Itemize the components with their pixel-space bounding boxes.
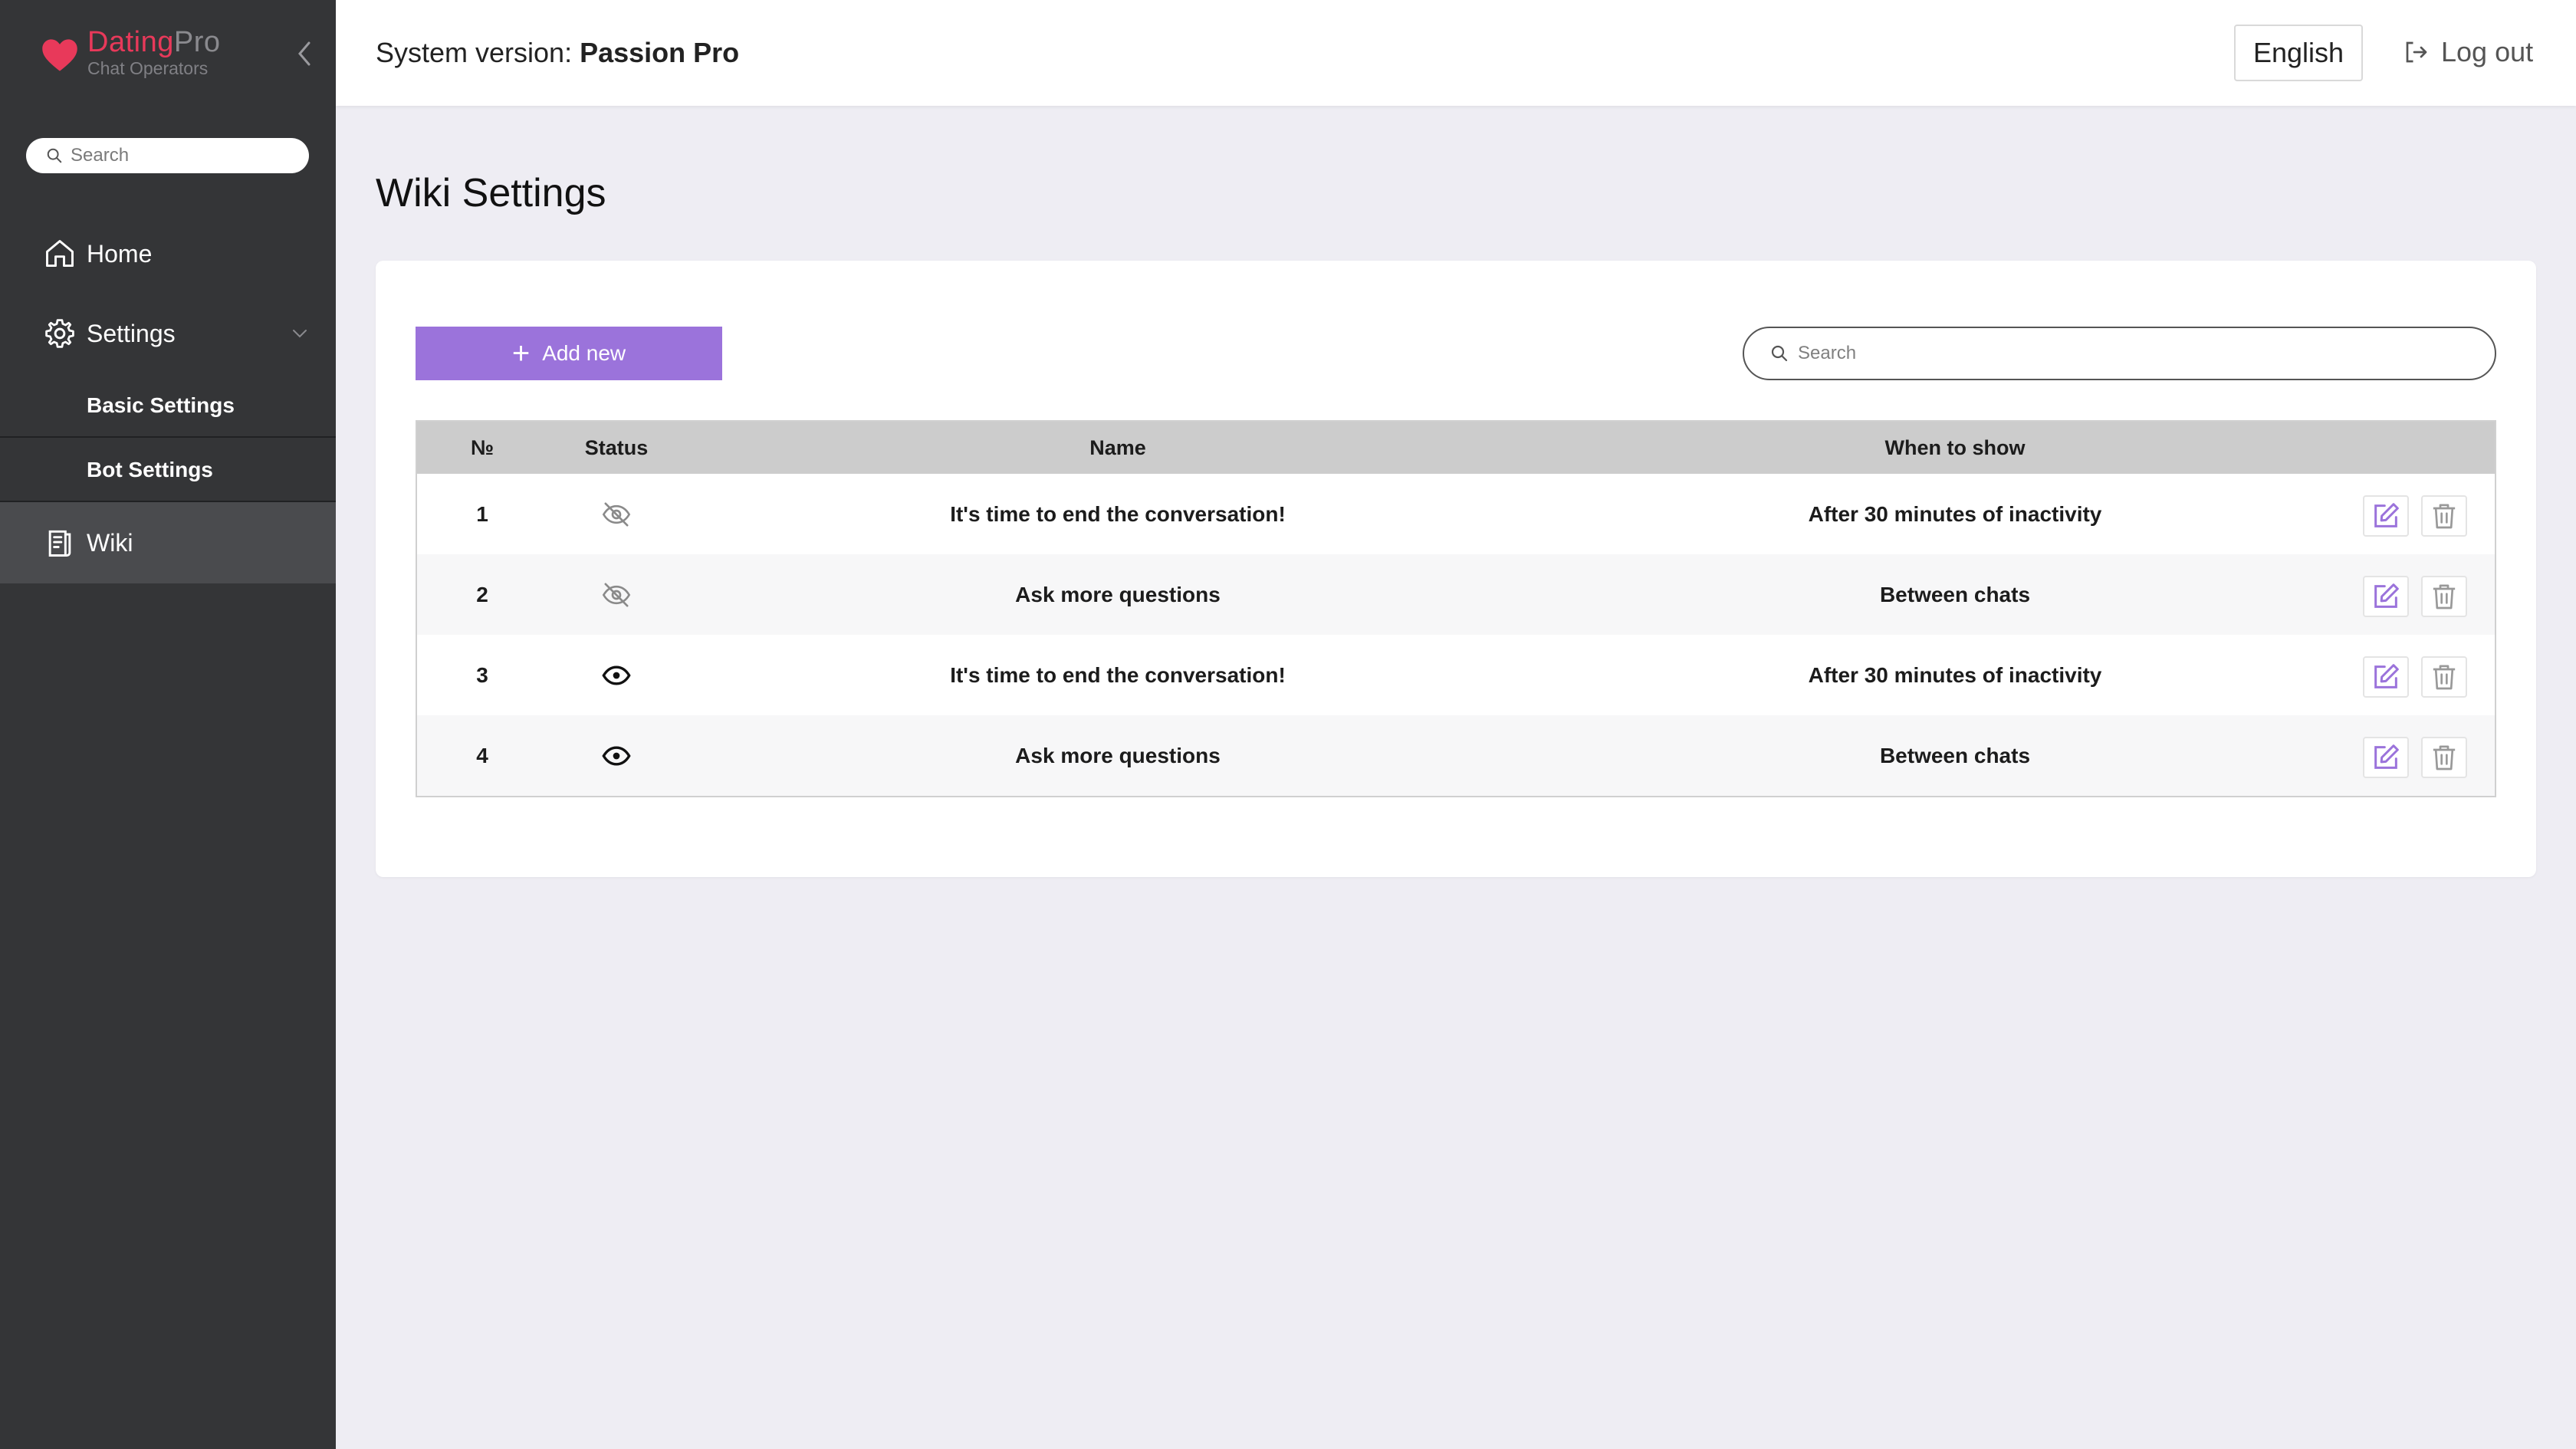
row-name: Ask more questions (1015, 744, 1221, 767)
system-version-label: System version: (376, 37, 573, 68)
table-row: 3 It's time to end the conversation! Aft… (417, 635, 2495, 715)
table-row: 2 Ask more questions Between chats (417, 554, 2495, 635)
logo: DatingPro Chat Operators (40, 28, 220, 77)
sidebar: DatingPro Chat Operators Home Settings B… (0, 0, 336, 1449)
chevron-down-icon (293, 330, 307, 338)
search-icon (1771, 345, 1788, 362)
brand-name: DatingPro (87, 28, 220, 57)
brand-name-part1: Dating (87, 26, 174, 58)
delete-button[interactable] (2421, 656, 2467, 698)
trash-icon (2433, 584, 2456, 610)
wiki-search-input[interactable] (1798, 343, 2472, 364)
sidebar-item-label: Settings (87, 319, 176, 347)
eye-off-icon (602, 583, 631, 606)
status-toggle[interactable] (547, 554, 685, 635)
wiki-table: № Status Name When to show 1 It's time t… (416, 420, 2496, 797)
wiki-icon (43, 526, 77, 560)
status-toggle[interactable] (547, 635, 685, 715)
row-number: 1 (476, 502, 488, 526)
sidebar-subitem-label: Bot Settings (87, 458, 213, 481)
eye-icon (602, 745, 631, 766)
row-when-to-show: Between chats (1879, 583, 2031, 606)
system-version: System version: Passion Pro (376, 37, 739, 69)
column-header-name: Name (1089, 436, 1146, 459)
sidebar-item-wiki[interactable]: Wiki (0, 502, 336, 583)
edit-icon (2374, 744, 2399, 769)
language-button[interactable]: English (2234, 25, 2363, 81)
sidebar-subitem-basic-settings[interactable]: Basic Settings (0, 373, 336, 438)
row-number: 4 (476, 744, 488, 767)
row-number: 2 (476, 583, 488, 606)
sidebar-item-settings[interactable]: Settings (0, 310, 336, 357)
row-name: Ask more questions (1015, 583, 1221, 606)
sidebar-item-label: Wiki (87, 528, 133, 557)
sidebar-item-label: Home (87, 239, 153, 268)
system-version-value: Passion Pro (580, 37, 740, 68)
wiki-card: + Add new № Status Name When to show 1 I… (376, 261, 2536, 877)
sidebar-subitem-label: Basic Settings (87, 393, 235, 417)
edit-icon (2374, 503, 2399, 527)
trash-icon (2433, 504, 2456, 529)
page-title: Wiki Settings (376, 171, 606, 215)
column-header-when-to-show: When to show (1884, 436, 2026, 459)
table-row: 4 Ask more questions Between chats (417, 715, 2495, 796)
top-header: System version: Passion Pro English Log … (336, 0, 2576, 106)
row-when-to-show: After 30 minutes of inactivity (1808, 502, 2102, 526)
delete-button[interactable] (2421, 495, 2467, 537)
chevron-left-icon (298, 41, 310, 66)
trash-icon (2433, 745, 2456, 770)
trash-icon (2433, 665, 2456, 690)
sidebar-search-input[interactable] (71, 145, 301, 166)
home-icon (43, 237, 77, 271)
status-toggle[interactable] (547, 474, 685, 554)
logout-label: Log out (2441, 36, 2534, 67)
row-when-to-show: After 30 minutes of inactivity (1808, 663, 2102, 687)
edit-icon (2374, 664, 2399, 688)
status-toggle[interactable] (547, 715, 685, 796)
search-icon (47, 148, 62, 163)
plus-icon: + (511, 337, 531, 370)
eye-off-icon (602, 502, 631, 526)
heart-logo-icon (42, 39, 77, 71)
table-row: 1 It's time to end the conversation! Aft… (417, 474, 2495, 554)
delete-button[interactable] (2421, 737, 2467, 778)
gear-icon (43, 317, 77, 350)
sidebar-subitem-bot-settings[interactable]: Bot Settings (0, 438, 336, 502)
sidebar-search[interactable] (26, 138, 309, 173)
edit-button[interactable] (2363, 576, 2409, 617)
edit-button[interactable] (2363, 495, 2409, 537)
add-new-button[interactable]: + Add new (416, 327, 722, 380)
row-name: It's time to end the conversation! (950, 502, 1286, 526)
edit-button[interactable] (2363, 656, 2409, 698)
delete-button[interactable] (2421, 576, 2467, 617)
add-new-label: Add new (542, 341, 626, 365)
table-header: № Status Name When to show (417, 422, 2495, 474)
edit-button[interactable] (2363, 737, 2409, 778)
eye-icon (602, 665, 631, 685)
row-name: It's time to end the conversation! (950, 663, 1286, 687)
column-header-status: Status (584, 436, 649, 459)
logout-button[interactable]: Log out (2403, 34, 2533, 71)
logout-icon (2406, 41, 2427, 63)
row-number: 3 (476, 663, 488, 687)
wiki-search[interactable] (1743, 327, 2496, 380)
edit-icon (2374, 583, 2399, 608)
row-when-to-show: Between chats (1879, 744, 2031, 767)
column-header-number: № (470, 436, 495, 459)
brand-name-part2: Pro (173, 26, 221, 58)
collapse-sidebar-button[interactable] (291, 38, 317, 69)
sidebar-item-home[interactable]: Home (0, 230, 336, 278)
brand-subtitle: Chat Operators (87, 58, 209, 78)
